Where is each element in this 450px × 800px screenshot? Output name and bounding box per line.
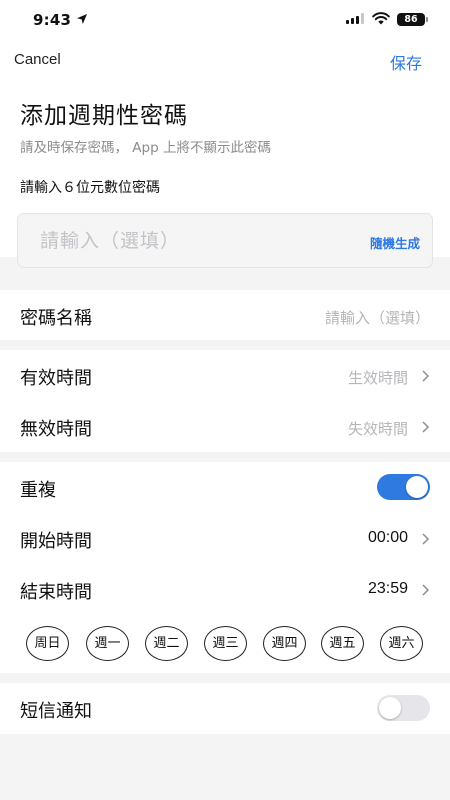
toggle-knob [406, 476, 428, 498]
start-time-row[interactable]: 開始時間 00:00 [0, 513, 450, 564]
expiry-time-label: 無效時間 [20, 419, 92, 440]
toggle-knob [379, 697, 401, 719]
start-time-value: 00:00 [367, 529, 408, 546]
day-thursday[interactable]: 週四 [263, 626, 306, 661]
pin-input[interactable] [18, 214, 348, 267]
password-name-input[interactable]: 請輸入（選填） [325, 307, 430, 328]
random-generate-button[interactable]: 隨機生成 [370, 233, 420, 252]
password-name-row[interactable]: 密碼名稱 請輸入（選填） [0, 290, 450, 340]
sms-notification-label: 短信通知 [20, 701, 92, 722]
pin-input-box: 隨機生成 [17, 213, 433, 268]
sms-notification-toggle[interactable] [377, 695, 430, 721]
chevron-right-icon [422, 533, 430, 545]
section-gap [0, 340, 450, 350]
end-time-label: 結束時間 [20, 582, 92, 603]
section-gap [0, 452, 450, 462]
day-monday[interactable]: 週一 [86, 626, 129, 661]
wifi-icon [372, 12, 390, 25]
start-time-label: 開始時間 [20, 531, 92, 552]
battery-icon: 86 [397, 13, 425, 26]
cellular-signal-icon [346, 13, 364, 24]
end-time-value: 23:59 [367, 580, 408, 597]
header-section: 添加週期性密碼 請及時保存密碼， App 上將不顯示此密碼 請輸入６位元數位密碼… [0, 80, 450, 268]
status-bar: 9:43 86 [0, 0, 450, 40]
day-saturday[interactable]: 週六 [380, 626, 423, 661]
chevron-right-icon [422, 421, 430, 433]
day-tuesday[interactable]: 週二 [145, 626, 188, 661]
pin-label: 請輸入６位元數位密碼 [20, 180, 160, 196]
expiry-time-row[interactable]: 無效時間 失效時間 [0, 401, 450, 452]
repeat-row: 重複 [0, 462, 450, 513]
effective-time-row[interactable]: 有效時間 生效時間 [0, 350, 450, 401]
status-time: 9:43 [33, 11, 72, 29]
day-wednesday[interactable]: 週三 [204, 626, 247, 661]
page-title: 添加週期性密碼 [20, 103, 188, 129]
chevron-right-icon [422, 370, 430, 382]
page-subtitle: 請及時保存密碼， App 上將不顯示此密碼 [20, 140, 271, 156]
effective-time-value: 生效時間 [347, 369, 408, 387]
day-friday[interactable]: 週五 [321, 626, 364, 661]
nav-bar: Cancel 保存 [0, 40, 450, 80]
location-arrow-icon [77, 14, 87, 24]
battery-tip [426, 17, 428, 22]
chevron-right-icon [422, 584, 430, 596]
cancel-button[interactable]: Cancel [14, 51, 61, 68]
section-gap [0, 673, 450, 683]
save-button[interactable]: 保存 [390, 50, 422, 74]
password-name-label: 密碼名稱 [20, 308, 92, 329]
repeat-toggle[interactable] [377, 474, 430, 500]
repeat-label: 重複 [20, 480, 56, 501]
day-sunday[interactable]: 周日 [26, 626, 69, 661]
effective-time-label: 有效時間 [20, 368, 92, 389]
end-time-row[interactable]: 結束時間 23:59 [0, 564, 450, 615]
expiry-time-value: 失效時間 [347, 420, 408, 438]
sms-notification-row: 短信通知 [0, 683, 450, 734]
weekday-selector: 周日 週一 週二 週三 週四 週五 週六 [0, 615, 450, 673]
